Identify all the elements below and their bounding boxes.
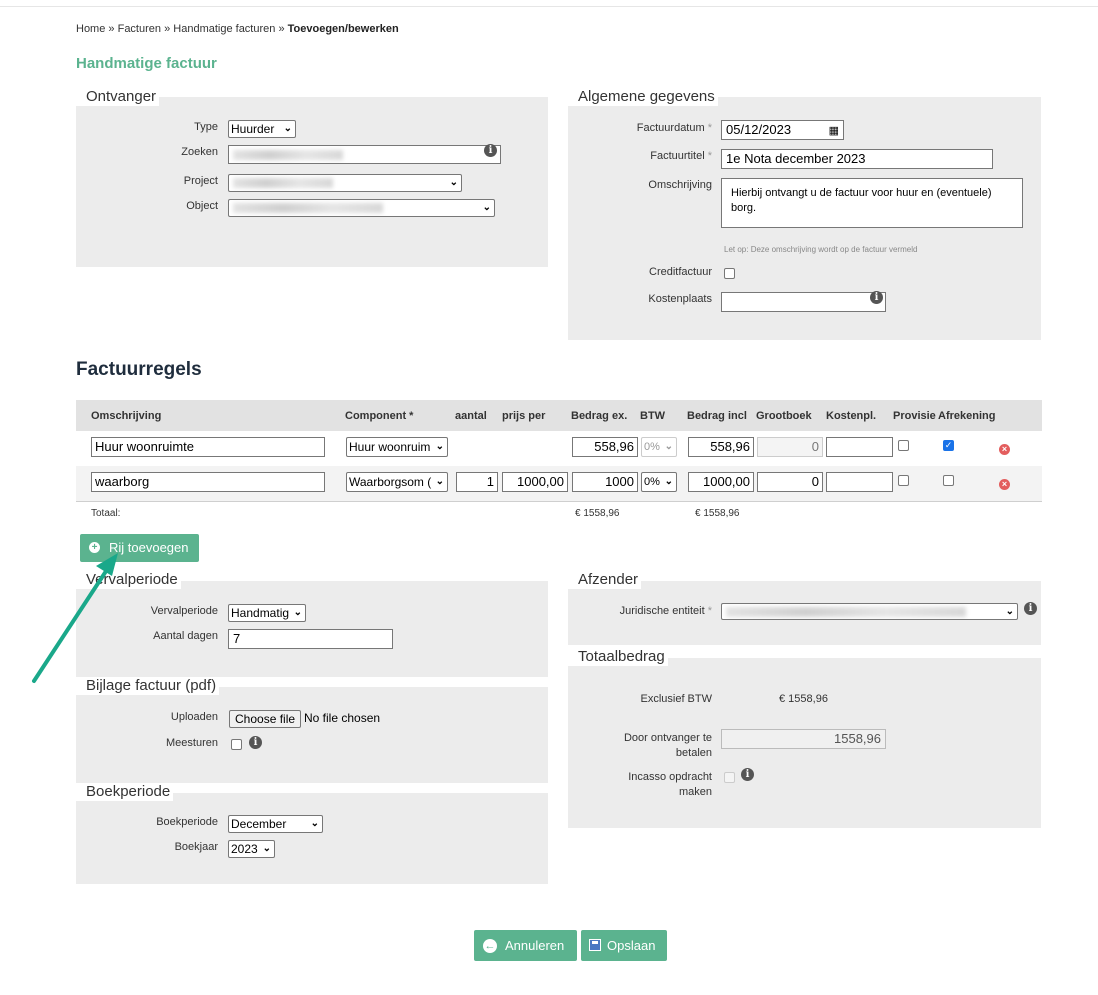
annotation-arrow (32, 553, 118, 683)
